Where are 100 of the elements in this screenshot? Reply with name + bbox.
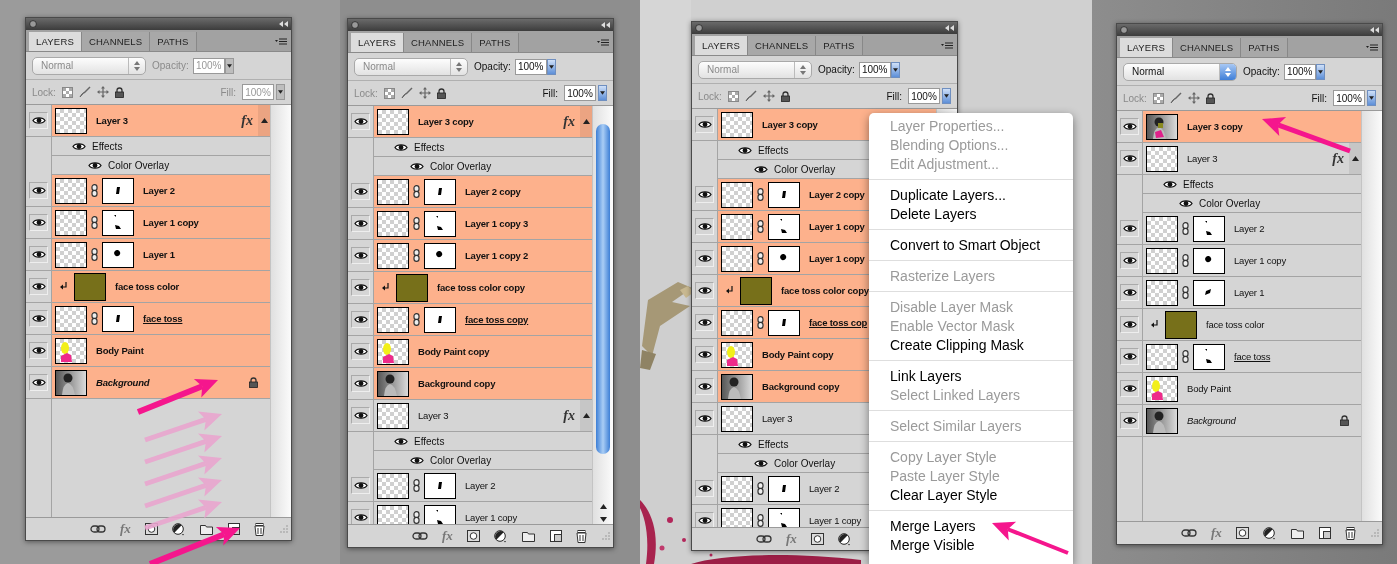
visibility-toggle[interactable]	[351, 247, 370, 264]
layer-row[interactable]: Layer 2	[52, 175, 270, 206]
trash-icon[interactable]	[575, 529, 587, 543]
menu-item[interactable]: Clear Layer Style	[869, 486, 1073, 505]
chain-icon[interactable]	[413, 217, 420, 230]
resize-grip[interactable]	[601, 531, 610, 541]
move-icon[interactable]	[96, 86, 109, 98]
layer-row[interactable]: Layer 1	[52, 239, 270, 270]
visibility-toggle[interactable]	[695, 410, 714, 427]
double-arrow-icon[interactable]	[601, 22, 610, 28]
checkerboard-icon[interactable]	[727, 90, 739, 102]
blend-mode-dropdown[interactable]: Normal	[1123, 62, 1237, 81]
visibility-toggle[interactable]	[1120, 412, 1139, 429]
scroll-down-icon[interactable]	[599, 517, 607, 522]
menu-icon[interactable]	[941, 41, 953, 50]
opacity-field[interactable]: 100%	[514, 58, 547, 75]
eye-icon[interactable]	[754, 164, 768, 174]
visibility-toggle[interactable]	[695, 218, 714, 235]
checkerboard-icon[interactable]	[1152, 92, 1164, 104]
chain-icon[interactable]	[413, 479, 420, 492]
menu-icon[interactable]	[275, 37, 287, 46]
visibility-toggle[interactable]	[695, 378, 714, 395]
folder-icon[interactable]	[521, 530, 536, 542]
chain-icon[interactable]	[757, 514, 764, 527]
brush-icon[interactable]	[400, 87, 413, 99]
tab[interactable]: CHANNELS	[1173, 38, 1242, 57]
move-icon[interactable]	[762, 90, 775, 102]
visibility-toggle[interactable]	[351, 113, 370, 130]
layer-row[interactable]: Layer 1 copy 2	[374, 240, 592, 271]
layer-row[interactable]: Layer 1	[1143, 277, 1361, 308]
chain-link-icon[interactable]	[756, 535, 772, 543]
eye-icon[interactable]	[410, 161, 424, 171]
tab[interactable]: PATHS	[816, 36, 863, 55]
visibility-toggle[interactable]	[29, 342, 48, 359]
tab[interactable]: LAYERS	[29, 32, 82, 51]
circle-icon[interactable]	[351, 21, 359, 29]
mask-icon[interactable]	[1235, 527, 1249, 539]
layer-row[interactable]: face toss	[52, 303, 270, 334]
layer-row[interactable]: Body Paint	[52, 335, 270, 366]
visibility-toggle[interactable]	[695, 512, 714, 527]
chain-icon[interactable]	[91, 312, 98, 325]
visibility-toggle[interactable]	[29, 374, 48, 391]
visibility-toggle[interactable]	[29, 310, 48, 327]
chain-link-icon[interactable]	[1181, 529, 1197, 537]
opacity-field[interactable]: 100%	[858, 61, 891, 78]
visibility-toggle[interactable]	[695, 250, 714, 267]
eye-icon[interactable]	[394, 142, 408, 152]
visibility-toggle[interactable]	[1120, 118, 1139, 135]
visibility-toggle[interactable]	[351, 215, 370, 232]
layer-row[interactable]: Layer 2	[374, 470, 592, 501]
layer-row[interactable]: Layer 1 copy	[52, 207, 270, 238]
visibility-toggle[interactable]	[29, 246, 48, 263]
layer-row[interactable]: face toss color	[52, 271, 270, 302]
chain-icon[interactable]	[413, 249, 420, 262]
visibility-toggle[interactable]	[695, 314, 714, 331]
trash-icon[interactable]	[1344, 526, 1356, 540]
visibility-toggle[interactable]	[29, 278, 48, 295]
brush-icon[interactable]	[1169, 92, 1182, 104]
dropdown-button[interactable]	[546, 58, 556, 75]
dropdown-button[interactable]	[1367, 90, 1376, 106]
visibility-toggle[interactable]	[695, 186, 714, 203]
layer-row[interactable]: Background	[1143, 405, 1361, 436]
fill-field[interactable]: 100%	[1333, 90, 1365, 106]
layer-row[interactable]: Layer 1 copy	[374, 502, 592, 524]
visibility-toggle[interactable]	[1120, 150, 1139, 167]
visibility-toggle[interactable]	[351, 311, 370, 328]
tab[interactable]: PATHS	[150, 32, 197, 51]
eye-icon[interactable]	[738, 439, 752, 449]
chain-icon[interactable]	[413, 313, 420, 326]
visibility-toggle[interactable]	[695, 346, 714, 363]
layer-row[interactable]: Layer 3 fx	[374, 400, 592, 431]
menu-icon[interactable]	[1366, 43, 1378, 52]
eye-icon[interactable]	[410, 455, 424, 465]
chain-icon[interactable]	[1182, 350, 1189, 363]
layer-row[interactable]: Layer 3 copy	[1143, 111, 1361, 142]
visibility-toggle[interactable]	[29, 182, 48, 199]
layer-row[interactable]: Layer 3 copy fx	[374, 106, 592, 137]
resize-grip[interactable]	[279, 524, 288, 534]
layer-row[interactable]: face toss color copy	[374, 272, 592, 303]
fill-field[interactable]: 100%	[908, 88, 940, 104]
eye-icon[interactable]	[394, 436, 408, 446]
layer-row[interactable]: Body Paint	[1143, 373, 1361, 404]
dropdown-button[interactable]	[224, 57, 234, 74]
visibility-toggle[interactable]	[1120, 380, 1139, 397]
eye-icon[interactable]	[72, 141, 86, 151]
opacity-field[interactable]: 100%	[1283, 63, 1316, 80]
visibility-toggle[interactable]	[695, 116, 714, 133]
layer-row[interactable]: face toss	[1143, 341, 1361, 372]
fill-field[interactable]: 100%	[564, 85, 596, 101]
scroll-up-icon[interactable]	[599, 504, 607, 509]
chain-icon[interactable]	[91, 248, 98, 261]
tab[interactable]: CHANNELS	[404, 33, 473, 52]
visibility-toggle[interactable]	[351, 407, 370, 424]
visibility-toggle[interactable]	[1120, 348, 1139, 365]
chain-icon[interactable]	[1182, 254, 1189, 267]
half-circle-icon[interactable]	[493, 529, 508, 543]
checkerboard-icon[interactable]	[61, 86, 73, 98]
circle-icon[interactable]	[29, 20, 37, 28]
half-circle-icon[interactable]	[1262, 526, 1277, 540]
circle-icon[interactable]	[1120, 26, 1128, 34]
